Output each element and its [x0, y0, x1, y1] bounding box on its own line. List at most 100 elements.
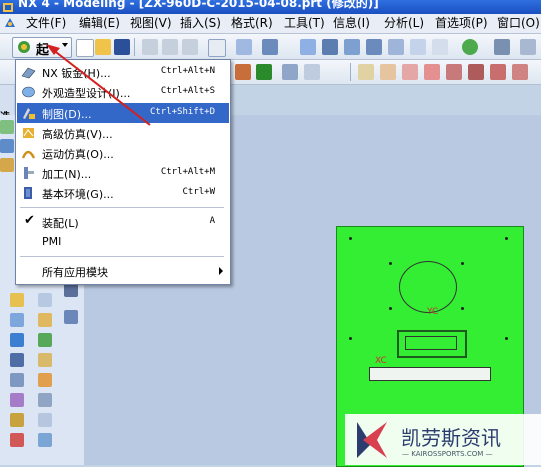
- sphere-icon[interactable]: [38, 313, 52, 327]
- dimension-icon[interactable]: [304, 64, 320, 80]
- chevron-down-icon: [62, 43, 68, 47]
- intersect-icon[interactable]: [38, 433, 52, 447]
- hole-dot: [349, 337, 352, 340]
- edge-blend-icon[interactable]: [358, 64, 374, 80]
- selection-icon[interactable]: [262, 39, 278, 55]
- cylinder-icon[interactable]: [38, 293, 52, 307]
- window-title: NX 4 - Modeling - [ZX-960D-C-2015-04-08.…: [18, 0, 379, 10]
- spline-icon[interactable]: [490, 64, 506, 80]
- hole-dot: [505, 237, 508, 240]
- start-label: 起: [36, 43, 50, 58]
- display-icon[interactable]: [520, 39, 536, 55]
- hole-dot: [349, 237, 352, 240]
- menu-window[interactable]: 窗口(O): [497, 16, 540, 31]
- shortcut-text: Ctrl+Shift+D: [149, 107, 215, 117]
- menu-item-assembly[interactable]: ✔ 装配(L) A: [17, 212, 229, 232]
- thread-icon[interactable]: [10, 393, 24, 407]
- rotate-icon[interactable]: [388, 39, 404, 55]
- menu-item-label: NX 钣金(H)...: [42, 67, 111, 80]
- view-orientation-icon[interactable]: [410, 39, 426, 55]
- menu-tools[interactable]: 工具(T): [284, 16, 325, 31]
- cone-icon[interactable]: [10, 313, 24, 327]
- line-icon[interactable]: [446, 64, 462, 80]
- hole-dot: [461, 262, 464, 265]
- menu-item-manufacturing[interactable]: 加工(N)... Ctrl+Alt+M: [17, 163, 229, 183]
- shortcut-text: Ctrl+Alt+S: [160, 86, 215, 96]
- subtract-icon[interactable]: [10, 433, 24, 447]
- menu-item-motion-simulation[interactable]: 运动仿真(O)...: [17, 143, 229, 163]
- part-icon[interactable]: [0, 120, 14, 134]
- menu-item-label: 制图(D)...: [42, 108, 92, 121]
- slot-cutout: [369, 367, 491, 381]
- history-icon[interactable]: [0, 158, 14, 172]
- shortcut-text: Ctrl+Alt+N: [160, 66, 215, 76]
- open-folder-icon[interactable]: [95, 39, 111, 55]
- tool-icon[interactable]: [235, 64, 251, 80]
- measure-icon[interactable]: [256, 64, 272, 80]
- menu-item-advanced-simulation[interactable]: 高级仿真(V)...: [17, 123, 229, 143]
- toolbar-separator: [350, 63, 351, 81]
- nx-menu-icon: [5, 18, 15, 27]
- offset-curve-icon[interactable]: [424, 64, 440, 80]
- menu-format[interactable]: 格式(R): [231, 16, 273, 31]
- shape-studio-icon: [22, 86, 35, 98]
- pocket-icon[interactable]: [10, 353, 24, 367]
- render-style-icon[interactable]: [432, 39, 448, 55]
- pattern-icon[interactable]: [38, 393, 52, 407]
- menu-edit[interactable]: 编辑(E): [79, 16, 120, 31]
- groove-icon[interactable]: [38, 373, 52, 387]
- mirror-icon[interactable]: [10, 413, 24, 427]
- save-icon[interactable]: [114, 39, 130, 55]
- menu-file[interactable]: 文件(F): [26, 16, 66, 31]
- menu-item-pmi[interactable]: PMI: [17, 232, 229, 252]
- extrude-icon[interactable]: [64, 283, 78, 297]
- edit-icon[interactable]: [236, 39, 252, 55]
- revolve-icon[interactable]: [64, 310, 78, 324]
- layer-icon[interactable]: [494, 39, 510, 55]
- block-icon[interactable]: [10, 293, 24, 307]
- pan-icon[interactable]: [366, 39, 382, 55]
- chamfer-icon[interactable]: [380, 64, 396, 80]
- menu-item-drafting[interactable]: 制图(D)... Ctrl+Shift+D: [17, 103, 229, 123]
- assembly-navigator-icon[interactable]: [0, 139, 14, 153]
- new-file-icon[interactable]: [76, 39, 94, 57]
- menu-item-gateway[interactable]: 基本环境(G)... Ctrl+W: [17, 183, 229, 203]
- yc-axis-label: YC: [427, 307, 439, 317]
- menu-preferences[interactable]: 首选项(P): [435, 16, 488, 31]
- undo-icon[interactable]: [208, 39, 226, 57]
- zoom-in-icon[interactable]: [344, 39, 360, 55]
- menu-item-sheet-metal[interactable]: NX 钣金(H)... Ctrl+Alt+N: [17, 62, 229, 82]
- boss-icon[interactable]: [38, 333, 52, 347]
- menu-separator: [20, 207, 224, 208]
- copy-icon[interactable]: [162, 39, 178, 55]
- unite-icon[interactable]: [38, 413, 52, 427]
- start-button[interactable]: 起: [12, 37, 72, 58]
- shaded-icon[interactable]: [462, 39, 478, 55]
- submenu-arrow-icon: [219, 267, 223, 275]
- paste-icon[interactable]: [182, 39, 198, 55]
- watermark-name: 凯劳斯资讯: [401, 426, 501, 450]
- fit-view-icon[interactable]: [300, 39, 316, 55]
- zoom-icon[interactable]: [322, 39, 338, 55]
- menu-separator: [20, 256, 224, 257]
- inner-cutout: [405, 336, 457, 350]
- arc-icon[interactable]: [468, 64, 484, 80]
- nx-app-icon: [3, 3, 13, 12]
- fillet-icon[interactable]: [512, 64, 528, 80]
- hole-icon[interactable]: [10, 333, 24, 347]
- menu-insert[interactable]: 插入(S): [180, 16, 221, 31]
- menu-item-all-applications[interactable]: 所有应用模块: [17, 261, 229, 281]
- menu-information[interactable]: 信息(I): [333, 16, 370, 31]
- shortcut-text: Ctrl+W: [182, 187, 215, 197]
- manufacturing-icon: [24, 167, 34, 179]
- slot-icon[interactable]: [10, 373, 24, 387]
- curve-icon[interactable]: [282, 64, 298, 80]
- menu-analysis[interactable]: 分析(L): [384, 16, 424, 31]
- menu-view[interactable]: 视图(V): [130, 16, 172, 31]
- menu-item-shape-studio[interactable]: 外观造型设计(I)... Ctrl+Alt+S: [17, 82, 229, 102]
- menu-item-label: 高级仿真(V)...: [42, 128, 113, 141]
- menu-item-label: 所有应用模块: [42, 266, 108, 279]
- cut-icon[interactable]: [142, 39, 158, 55]
- trim-icon[interactable]: [402, 64, 418, 80]
- pad-icon[interactable]: [38, 353, 52, 367]
